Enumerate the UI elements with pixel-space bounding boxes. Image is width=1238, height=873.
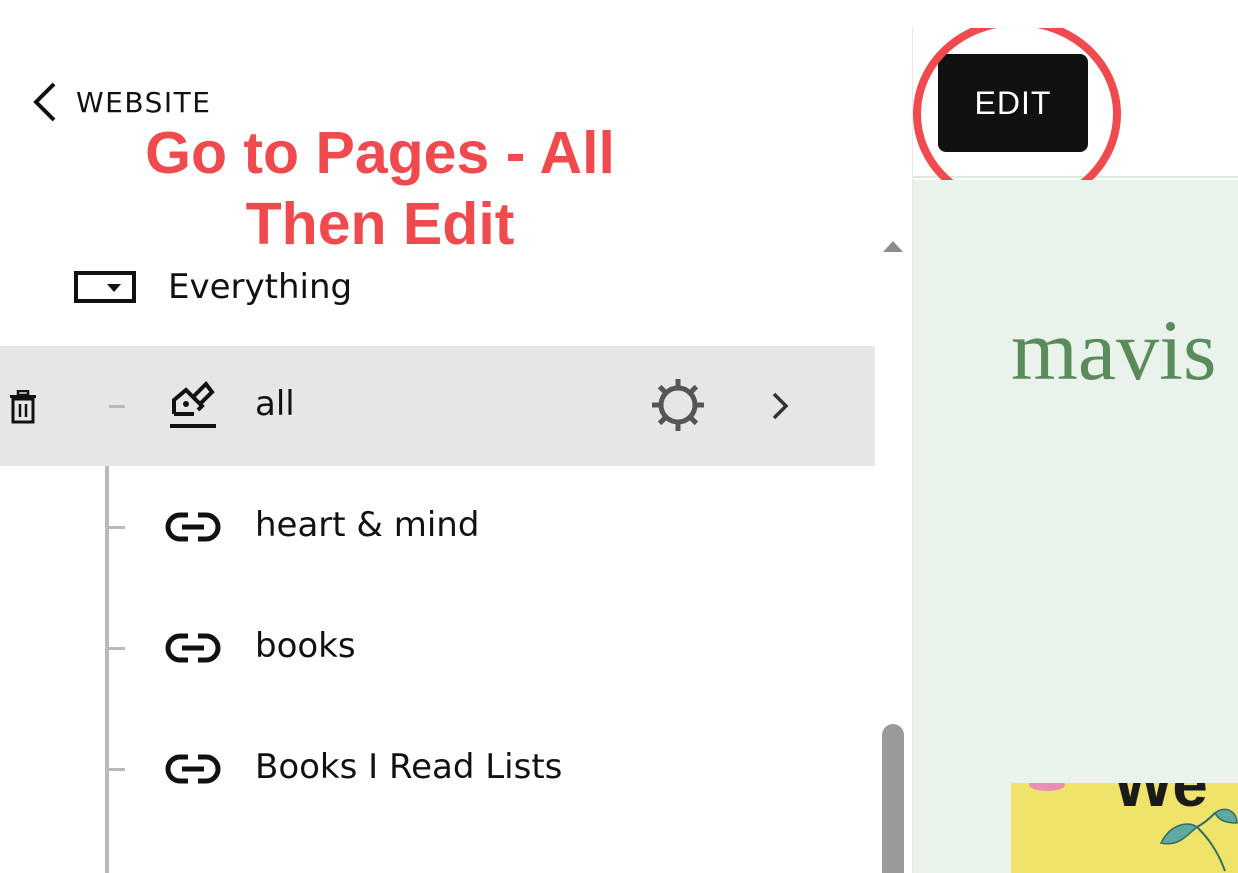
blog-edit-icon bbox=[170, 380, 216, 428]
site-title: mavis bbox=[1011, 302, 1217, 398]
dropdown-box-icon bbox=[74, 271, 136, 303]
collection-label: Everything bbox=[168, 267, 353, 307]
tree-tick bbox=[109, 647, 125, 650]
page-item-books-i-read-lists[interactable]: Books I Read Lists bbox=[0, 709, 875, 829]
page-label: books bbox=[255, 626, 356, 666]
link-icon bbox=[165, 512, 221, 542]
site-preview: EDIT mavis We bbox=[912, 28, 1238, 873]
chevron-left-icon bbox=[33, 82, 56, 122]
page-label: Books I Read Lists bbox=[255, 747, 563, 787]
book-cover-image: We bbox=[1011, 783, 1238, 873]
link-icon bbox=[165, 754, 221, 784]
pages-panel: WEBSITE Go to Pages - All Then Edit Ever… bbox=[0, 0, 875, 873]
page-item-all[interactable]: all bbox=[0, 346, 875, 466]
collection-everything[interactable]: Everything bbox=[74, 262, 352, 312]
chevron-right-icon[interactable] bbox=[766, 388, 794, 424]
tree-tick bbox=[109, 768, 125, 771]
preview-toolbar: EDIT bbox=[913, 28, 1238, 210]
page-item-books[interactable]: books bbox=[0, 588, 875, 708]
page-item-heart-mind[interactable]: heart & mind bbox=[0, 467, 875, 587]
gear-icon[interactable] bbox=[650, 377, 706, 433]
tree-tick bbox=[109, 405, 125, 408]
tree-tick bbox=[109, 526, 125, 529]
page-label: all bbox=[255, 384, 295, 424]
back-label: WEBSITE bbox=[76, 85, 212, 119]
trash-icon[interactable] bbox=[8, 390, 38, 424]
site-body: mavis We bbox=[913, 180, 1238, 873]
annotation-line-1: Go to Pages - All bbox=[145, 120, 615, 186]
book-title-text: We bbox=[1113, 783, 1208, 820]
scroll-up-arrow-icon[interactable] bbox=[880, 235, 906, 255]
annotation-line-2: Then Edit bbox=[245, 191, 515, 257]
scrollbar-thumb[interactable] bbox=[882, 724, 904, 873]
link-icon bbox=[165, 633, 221, 663]
instruction-annotation: Go to Pages - All Then Edit bbox=[60, 118, 700, 260]
page-label: heart & mind bbox=[255, 505, 480, 545]
